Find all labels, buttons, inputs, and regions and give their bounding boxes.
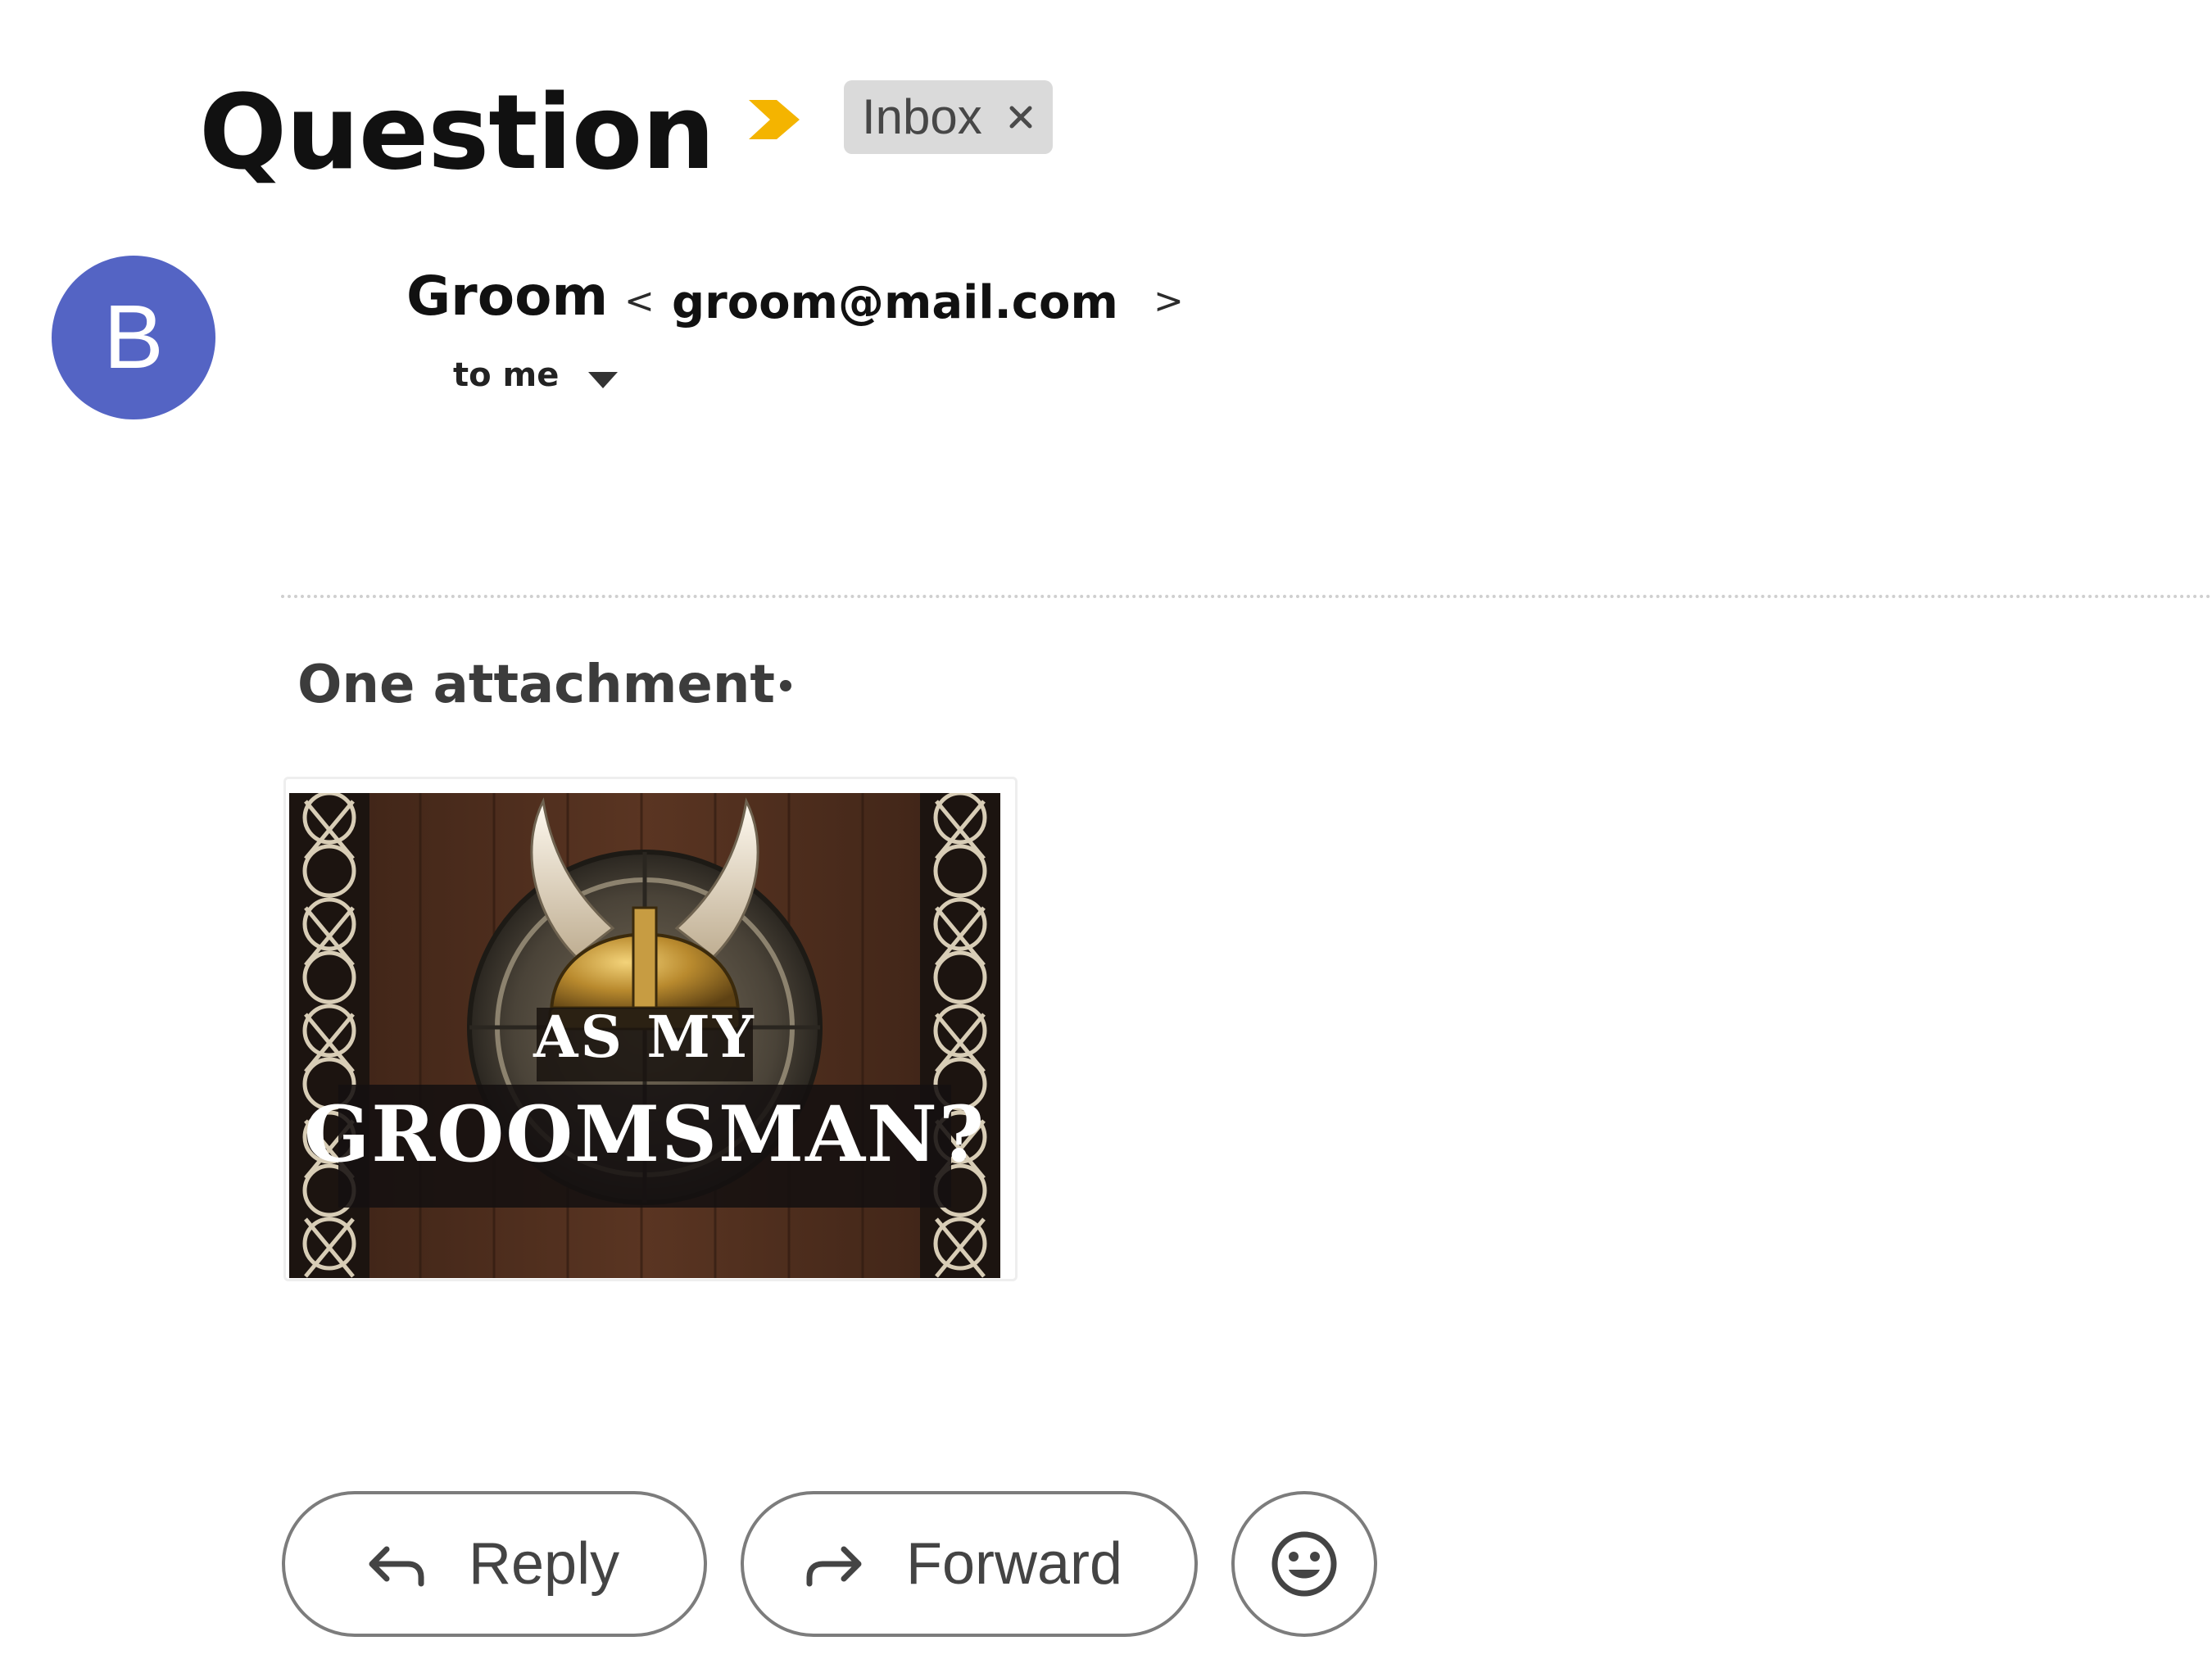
forward-arrow-icon [806,1546,862,1587]
reply-arrow-icon [369,1546,424,1587]
forward-button[interactable]: Forward [741,1491,1198,1637]
attachment-thumbnail[interactable]: AS MY GROOMSMAN? [289,793,1000,1278]
label-chip-inbox: Inbox [844,80,1053,154]
attachments-header: One attachment [297,655,775,715]
close-icon[interactable] [1005,102,1036,133]
chevron-down-icon[interactable] [587,370,619,390]
emoji-smile-icon [1271,1531,1337,1597]
email-bracket-open: < [624,280,655,322]
reply-label: Reply [469,1531,620,1597]
attachment-caption-line1: AS MY [533,1003,756,1071]
sender-email: groom@mail.com [672,276,1118,329]
label-chip-text: Inbox [862,89,982,144]
attachments-separator-dot [780,680,791,691]
sender-name: Groom [406,265,609,328]
divider [281,595,2212,598]
reply-button[interactable]: Reply [282,1491,707,1637]
importance-arrow-icon[interactable] [747,97,801,143]
email-subject: Question [199,72,715,193]
avatar[interactable]: B [52,256,215,419]
email-bracket-close: > [1154,280,1184,322]
recipient-label[interactable]: to me [453,352,559,398]
attachment-caption-line2: GROOMSMAN? [303,1090,986,1180]
emoji-reaction-button[interactable] [1231,1491,1377,1637]
forward-label: Forward [906,1531,1123,1597]
